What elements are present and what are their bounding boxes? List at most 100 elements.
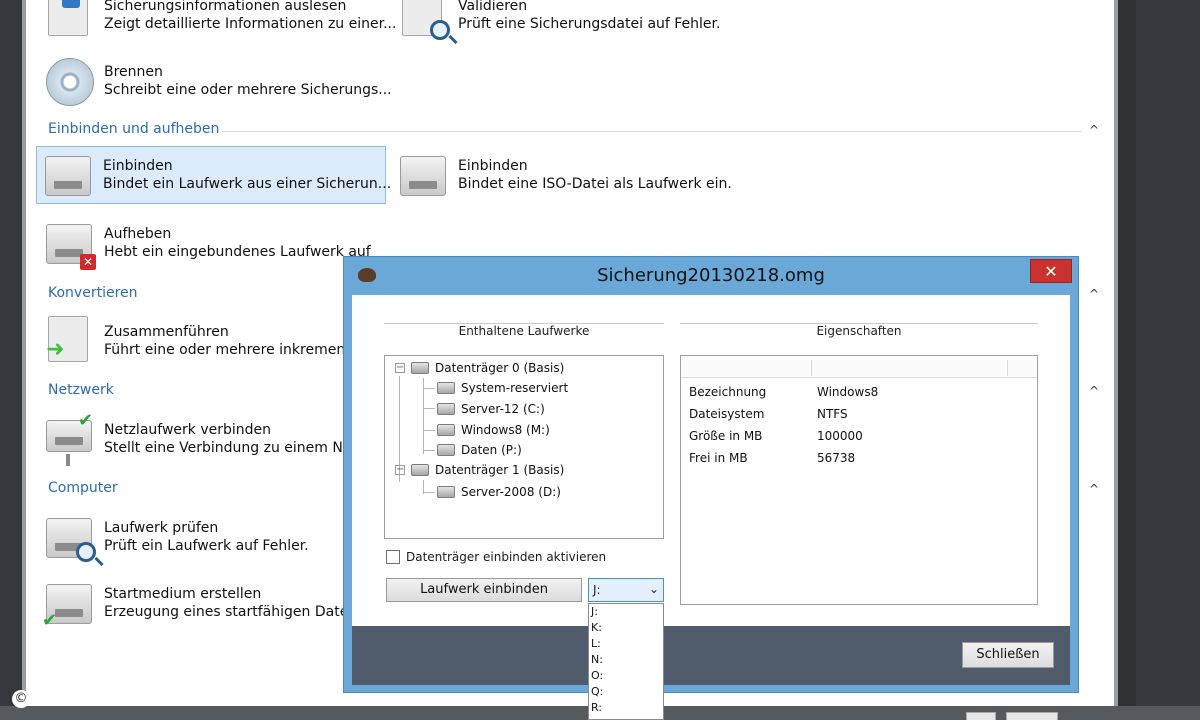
validate-icon — [392, 0, 454, 44]
item-desc: Erzeugung eines startfähigen Daten — [104, 604, 358, 620]
item-mount-iso[interactable]: Einbinden Bindet eine ISO-Datei als Lauf… — [392, 146, 752, 204]
dialog-footer: Schließen — [352, 626, 1070, 685]
partition-icon — [437, 486, 455, 498]
property-key: Bezeichnung — [689, 385, 767, 399]
drives-header: Enthaltene Laufwerke — [384, 323, 664, 338]
section-mount: Einbinden und aufheben — [48, 121, 220, 137]
item-backup-info[interactable]: Sicherungsinformationen auslesen Zeigt d… — [38, 0, 398, 44]
item-title: Brennen — [104, 64, 163, 80]
dropdown-option[interactable]: K: — [591, 620, 602, 636]
remove-icon: ✕ — [80, 254, 96, 270]
dropdown-option[interactable]: N: — [591, 652, 603, 668]
tree-node-system-reserved[interactable]: System-reserviert — [437, 378, 568, 398]
drive-letter-dropdown[interactable]: J: K: L: N: O: Q: R: — [588, 603, 664, 720]
item-desc: Führt eine oder mehrere inkrement — [104, 342, 351, 358]
item-unmount[interactable]: ✕ Aufheben Hebt ein eingebundenes Laufwe… — [38, 214, 371, 272]
tree-node-daten[interactable]: Daten (P:) — [437, 440, 522, 460]
section-computer: Computer — [48, 480, 118, 496]
item-validate[interactable]: Validieren Prüft eine Sicherungsdatei au… — [392, 0, 752, 44]
item-title: Einbinden — [103, 158, 173, 174]
item-netdrive[interactable]: ✔ Netzlaufwerk verbinden Stellt eine Ver… — [38, 410, 358, 468]
network-drive-icon: ✔ — [38, 410, 100, 468]
dropdown-option[interactable]: L: — [591, 636, 601, 652]
boot-media-icon: ✔ — [38, 574, 100, 632]
tree-label: System-reserviert — [461, 381, 569, 395]
item-title: Startmedium erstellen — [104, 586, 262, 602]
mount-drive-button[interactable]: Laufwerk einbinden — [386, 578, 582, 602]
collapse-icon[interactable]: − — [395, 363, 405, 373]
item-title: Zusammenführen — [104, 324, 229, 340]
item-title: Laufwerk prüfen — [104, 520, 219, 536]
backup-dialog: Sicherung20130218.omg ✕ Enthaltene Laufw… — [343, 256, 1079, 693]
property-key: Größe in MB — [689, 429, 763, 443]
dropdown-option[interactable]: R: — [591, 700, 602, 716]
section-network: Netzwerk — [48, 382, 114, 398]
item-mount-drive[interactable]: Einbinden Bindet ein Laufwerk aus einer … — [36, 146, 391, 204]
item-title: Sicherungsinformationen auslesen — [104, 0, 347, 14]
tree-label: Server-12 (C:) — [461, 402, 545, 416]
properties-header: Eigenschaften — [680, 323, 1038, 338]
tree-label: Windows8 (M:) — [461, 423, 550, 437]
mount-iso-icon — [392, 146, 454, 204]
right-window-border — [1136, 0, 1200, 720]
collapse-network-icon[interactable]: ^ — [1087, 384, 1101, 398]
property-value: 56738 — [817, 451, 856, 465]
section-divider — [222, 131, 1082, 132]
unmount-icon: ✕ — [38, 214, 100, 272]
item-title: Einbinden — [458, 158, 528, 174]
collapse-mount-icon[interactable]: ^ — [1087, 123, 1101, 137]
drives-tree[interactable]: − Datenträger 0 (Basis) System-reservier… — [384, 355, 664, 539]
item-checkdrive[interactable]: Laufwerk prüfen Prüft ein Laufwerk auf F… — [38, 508, 358, 566]
tree-node-disk0[interactable]: − Datenträger 0 (Basis) — [395, 358, 564, 378]
property-value: 100000 — [817, 429, 863, 443]
partition-icon — [437, 444, 455, 456]
item-merge[interactable]: ➜ Zusammenführen Führt eine oder mehrere… — [38, 312, 358, 370]
item-title: Aufheben — [104, 226, 172, 242]
dropdown-option[interactable]: J: — [591, 604, 598, 620]
property-value: Windows8 — [817, 385, 879, 399]
mount-disk-checkbox[interactable] — [386, 550, 400, 564]
backup-info-icon — [38, 0, 100, 44]
hard-disk-icon — [411, 464, 429, 476]
bottom-button[interactable] — [1006, 712, 1058, 720]
tree-node-server12[interactable]: Server-12 (C:) — [437, 399, 545, 419]
merge-icon: ➜ — [38, 312, 100, 370]
tree-label: Daten (P:) — [461, 443, 522, 457]
close-button[interactable]: Schließen — [962, 642, 1054, 668]
item-title: Validieren — [458, 0, 528, 14]
tree-label: Datenträger 0 (Basis) — [435, 361, 565, 375]
item-desc: Stellt eine Verbindung zu einem Ne — [104, 440, 352, 456]
item-desc: Hebt ein eingebundenes Laufwerk auf — [104, 244, 371, 260]
collapse-icon[interactable]: − — [395, 465, 405, 475]
tree-label: Server-2008 (D:) — [461, 485, 561, 499]
properties-list[interactable]: Bezeichnung Windows8 Dateisystem NTFS Gr… — [680, 355, 1038, 605]
property-key: Dateisystem — [689, 407, 765, 421]
property-key: Frei in MB — [689, 451, 748, 465]
dropdown-option[interactable]: O: — [591, 668, 603, 684]
collapse-computer-icon[interactable]: ^ — [1087, 482, 1101, 496]
drive-letter-value: J: — [593, 583, 601, 597]
partition-icon — [437, 424, 455, 436]
tree-node-server2008[interactable]: Server-2008 (D:) — [437, 482, 561, 502]
tree-node-windows8[interactable]: Windows8 (M:) — [437, 420, 550, 440]
partition-icon — [437, 403, 455, 415]
copyright-icon: © — [12, 690, 30, 708]
drive-letter-select[interactable]: J: ⌄ — [588, 578, 664, 602]
checkbox-label: Datenträger einbinden aktivieren — [406, 550, 607, 564]
close-icon[interactable]: ✕ — [1030, 259, 1072, 283]
hard-disk-icon — [411, 362, 429, 374]
left-window-border — [0, 0, 22, 720]
item-desc: Prüft ein Laufwerk auf Fehler. — [104, 538, 309, 554]
collapse-convert-icon[interactable]: ^ — [1087, 287, 1101, 301]
item-desc: Bindet eine ISO-Datei als Laufwerk ein. — [458, 176, 732, 192]
dropdown-option[interactable]: Q: — [591, 684, 603, 700]
tree-label: Datenträger 1 (Basis) — [435, 463, 565, 477]
mount-disk-checkbox-row[interactable]: Datenträger einbinden aktivieren — [386, 550, 606, 564]
item-desc: Zeigt detaillierte Informationen zu eine… — [104, 16, 397, 32]
properties-column-header — [681, 356, 1037, 378]
check-drive-icon — [38, 508, 100, 566]
item-burn[interactable]: Brennen Schreibt eine oder mehrere Siche… — [38, 52, 398, 110]
tree-node-disk1[interactable]: − Datenträger 1 (Basis) — [395, 460, 564, 480]
bottom-button[interactable] — [966, 712, 996, 720]
item-bootmedia[interactable]: ✔ Startmedium erstellen Erzeugung eines … — [38, 574, 358, 632]
